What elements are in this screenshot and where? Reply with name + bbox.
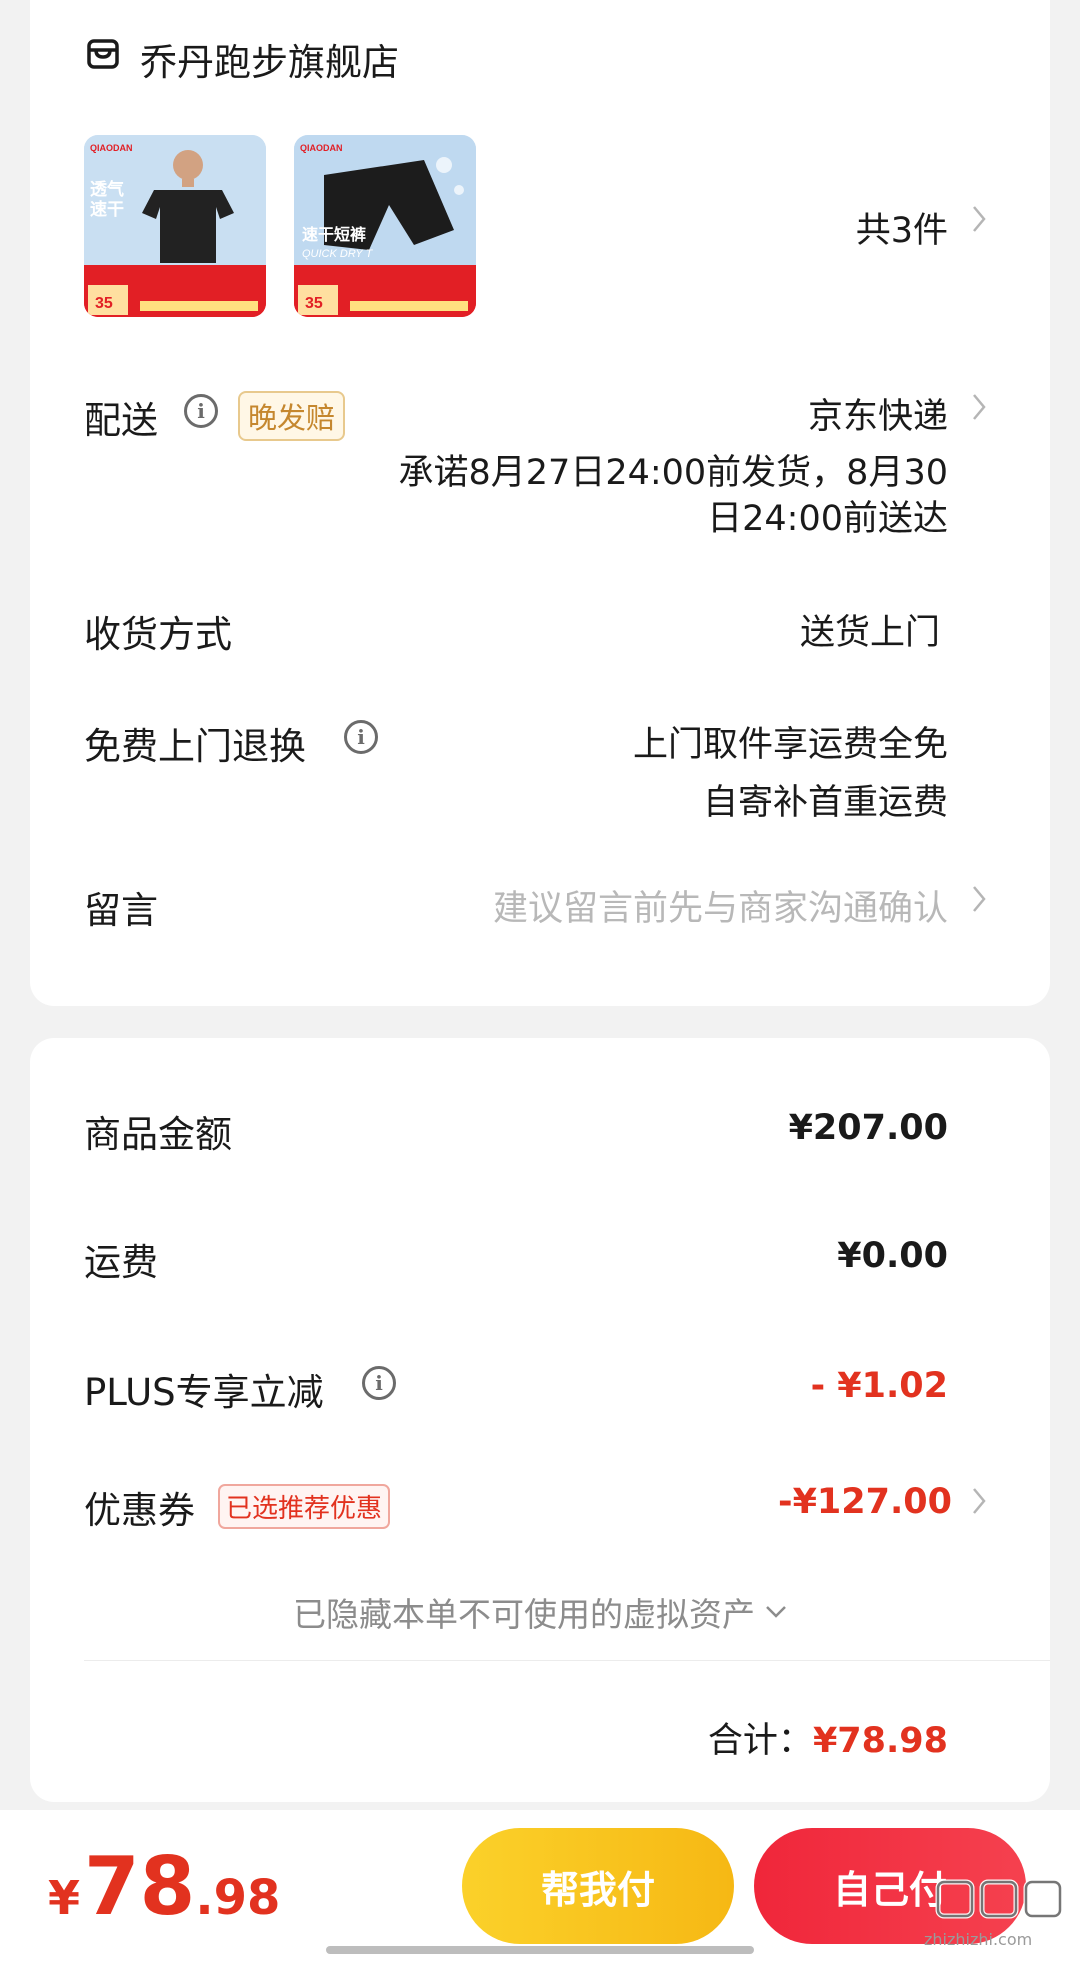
hidden-assets-text: 已隐藏本单不可使用的虚拟资产: [293, 1595, 755, 1634]
svg-text:速干短裤: 速干短裤: [302, 225, 366, 244]
info-icon[interactable]: i: [184, 394, 218, 428]
product-thumbnail-shorts[interactable]: 速干短裤 QUICK DRY T 35 QIAODAN: [294, 135, 476, 317]
delivery-label: 配送: [84, 399, 158, 442]
chevron-right-icon[interactable]: [968, 390, 990, 424]
coupon-label: 优惠券: [84, 1489, 195, 1532]
delivery-promise-line2: 日24:00前送达: [707, 499, 948, 539]
free-return-line1: 上门取件享运费全免: [632, 725, 948, 765]
price-summary-card: 商品金额 ¥207.00 运费 ¥0.00 PLUS专享立减 i - ¥1.02…: [30, 1038, 1050, 1802]
receive-method-label: 收货方式: [84, 613, 232, 656]
divider: [84, 1660, 1050, 1661]
coupon-badge: 已选推荐优惠: [218, 1484, 391, 1529]
chevron-right-icon[interactable]: [968, 202, 990, 236]
total-row: 合计： ¥78.98: [708, 1712, 948, 1763]
help-pay-button[interactable]: 帮我付: [462, 1828, 734, 1944]
shipping-fee-label: 运费: [84, 1241, 158, 1284]
store-icon: [86, 37, 120, 71]
pay-amount: ¥ 78 .98: [48, 1840, 280, 1933]
watermark-logo: [930, 1876, 1070, 1936]
svg-text:QUICK DRY T: QUICK DRY T: [302, 248, 374, 260]
product-count[interactable]: 共3件: [856, 202, 948, 253]
goods-amount-label: 商品金额: [84, 1113, 232, 1156]
pay-amount-dec: .98: [195, 1870, 281, 1926]
chevron-right-icon[interactable]: [968, 1484, 990, 1518]
svg-text:QIAODAN: QIAODAN: [90, 143, 133, 153]
svg-text:35: 35: [305, 295, 323, 312]
svg-text:35: 35: [95, 295, 113, 312]
order-info-card: 乔丹跑步旗舰店 透气 速干 35 QIAODAN 速干短裤 QUICK DRY …: [30, 0, 1050, 1006]
home-indicator: [326, 1946, 754, 1954]
pay-amount-int: 78: [84, 1840, 196, 1933]
late-compensation-badge[interactable]: 晚发赔: [238, 391, 346, 441]
plus-discount-value: - ¥1.02: [810, 1366, 948, 1406]
store-name[interactable]: 乔丹跑步旗舰店: [140, 32, 399, 86]
total-label: 合计：: [707, 1721, 813, 1761]
info-icon[interactable]: i: [362, 1366, 396, 1400]
svg-text:QIAODAN: QIAODAN: [300, 143, 343, 153]
product-thumbnail-tshirt[interactable]: 透气 速干 35 QIAODAN: [84, 135, 266, 317]
carrier-name[interactable]: 京东快递: [808, 388, 948, 439]
total-value: ¥78.98: [812, 1721, 948, 1761]
plus-discount-label: PLUS专享立减: [84, 1371, 324, 1414]
watermark-text: zhizhizhi.com: [924, 1930, 1033, 1949]
svg-text:速干: 速干: [90, 199, 124, 219]
message-label: 留言: [84, 889, 158, 932]
free-return-line2: 自寄补首重运费: [702, 783, 948, 823]
message-input[interactable]: 建议留言前先与商家沟通确认: [493, 880, 948, 931]
delivery-promise-line1: 承诺8月27日24:00前发货，8月30: [398, 453, 948, 493]
coupon-value[interactable]: -¥127.00: [778, 1482, 952, 1522]
free-return-label: 免费上门退换: [84, 725, 306, 768]
svg-text:透气: 透气: [90, 179, 124, 199]
chevron-down-icon: [765, 1605, 787, 1619]
chevron-right-icon[interactable]: [968, 882, 990, 916]
pay-currency: ¥: [48, 1871, 81, 1925]
hidden-assets-toggle[interactable]: 已隐藏本单不可使用的虚拟资产: [30, 1588, 1050, 1636]
info-icon[interactable]: i: [344, 720, 378, 754]
goods-amount-value: ¥207.00: [788, 1108, 948, 1148]
shipping-fee-value: ¥0.00: [837, 1236, 948, 1276]
receive-method-value: 送货上门: [799, 613, 940, 653]
bottom-action-bar: ¥ 78 .98 帮我付 自己付 zhizhizhi.com: [0, 1810, 1080, 1961]
